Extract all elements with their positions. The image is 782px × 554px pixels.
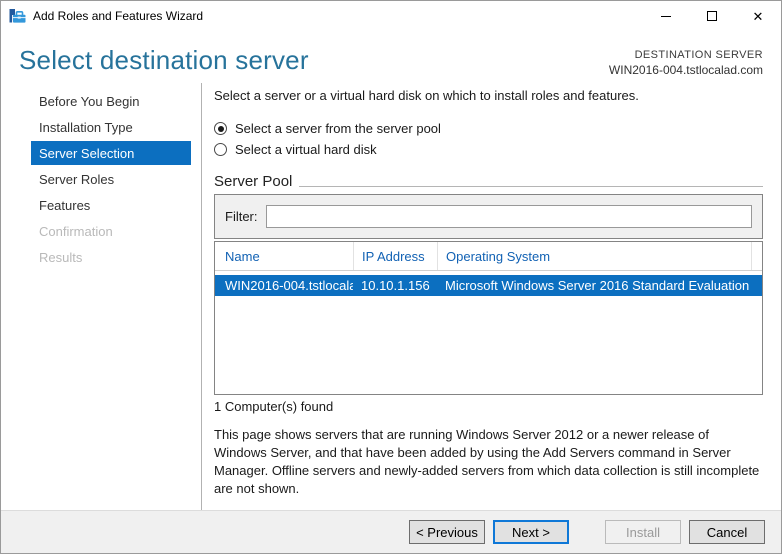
row-cell-name: WIN2016-004.tstlocalad.... (225, 278, 353, 293)
close-icon: ✕ (752, 8, 764, 24)
wizard-content: Before You Begin Installation Type Serve… (1, 83, 781, 510)
sidebar-item-features[interactable]: Features (31, 193, 191, 217)
wizard-window: Add Roles and Features Wizard ✕ Select d… (0, 0, 782, 554)
column-header-ip-address[interactable]: IP Address (353, 242, 437, 270)
filter-label: Filter: (225, 209, 258, 224)
radio-selected-icon (214, 122, 227, 135)
radio-label: Select a server from the server pool (235, 121, 441, 136)
row-cell-spacer (751, 275, 762, 296)
row-cell-ip: 10.10.1.156 (361, 278, 430, 293)
window-title: Add Roles and Features Wizard (33, 9, 204, 23)
cancel-button[interactable]: Cancel (689, 520, 765, 544)
column-header-spacer (751, 242, 762, 270)
computers-found-count: 1 Computer(s) found (214, 399, 334, 414)
maximize-icon (707, 11, 717, 21)
minimize-button[interactable] (643, 1, 689, 31)
column-header-name[interactable]: Name (215, 242, 353, 270)
main-pane: Select a server or a virtual hard disk o… (201, 83, 781, 510)
install-target-radio-group: Select a server from the server pool Sel… (214, 118, 763, 160)
sidebar-item-results: Results (39, 249, 83, 265)
intro-text: Select a server or a virtual hard disk o… (214, 88, 639, 103)
table-row[interactable]: WIN2016-004.tstlocalad.... 10.10.1.156 M… (215, 275, 762, 296)
server-manager-app-icon[interactable] (9, 8, 26, 25)
filter-box: Filter: (214, 194, 763, 239)
sidebar-item-before-you-begin[interactable]: Before You Begin (31, 89, 191, 113)
next-button[interactable]: Next > (493, 520, 569, 544)
filter-input[interactable] (265, 205, 752, 228)
page-title: Select destination server (19, 45, 309, 75)
section-rule (299, 186, 763, 187)
caption-buttons: ✕ (643, 1, 781, 31)
server-pool-section-header: Server Pool (214, 173, 763, 190)
page-description: This page shows servers that are running… (214, 427, 760, 496)
wizard-steps-sidebar: Before You Begin Installation Type Serve… (31, 83, 191, 510)
close-button[interactable]: ✕ (735, 1, 781, 31)
previous-button[interactable]: < Previous (409, 520, 485, 544)
minimize-icon (661, 15, 671, 17)
destination-server-block: DESTINATION SERVER WIN2016-004.tstlocala… (609, 49, 763, 77)
radio-unselected-icon (214, 143, 227, 156)
server-pool-title: Server Pool (214, 173, 293, 190)
install-button[interactable]: Install (605, 520, 681, 544)
wizard-footer: < Previous Next > Install Cancel (1, 510, 781, 553)
sidebar-item-server-roles[interactable]: Server Roles (31, 167, 191, 191)
server-pool-table: Name IP Address Operating System WIN2016… (214, 241, 763, 395)
sidebar-item-server-selection[interactable]: Server Selection (31, 141, 191, 165)
title-bar: Add Roles and Features Wizard ✕ (1, 1, 781, 31)
row-cell-os: Microsoft Windows Server 2016 Standard E… (445, 278, 750, 293)
sidebar-item-confirmation: Confirmation (39, 223, 113, 239)
sidebar-item-installation-type[interactable]: Installation Type (31, 115, 191, 139)
table-header-row: Name IP Address Operating System (215, 242, 762, 271)
column-header-operating-system[interactable]: Operating System (437, 242, 751, 270)
radio-select-server-from-pool[interactable]: Select a server from the server pool (214, 118, 763, 139)
radio-select-virtual-hard-disk[interactable]: Select a virtual hard disk (214, 139, 763, 160)
maximize-button[interactable] (689, 1, 735, 31)
destination-server-label: DESTINATION SERVER (634, 49, 763, 61)
wizard-header: Select destination server DESTINATION SE… (1, 31, 781, 83)
radio-label: Select a virtual hard disk (235, 142, 377, 157)
destination-server-value: WIN2016-004.tstlocalad.com (608, 63, 763, 77)
